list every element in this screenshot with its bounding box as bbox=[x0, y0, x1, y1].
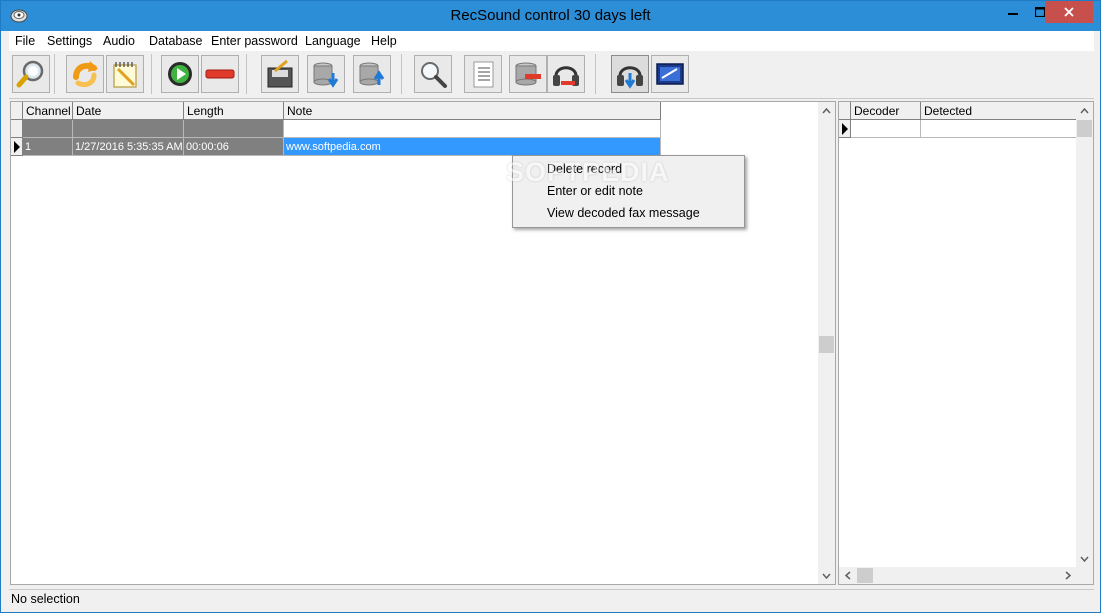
table-row-cell-date[interactable] bbox=[73, 120, 184, 138]
minimize-icon bbox=[1008, 13, 1018, 15]
menu-database[interactable]: Database bbox=[149, 34, 203, 48]
decoder-grid-corner bbox=[839, 102, 851, 120]
chevron-down-icon bbox=[1080, 556, 1089, 562]
menu-settings[interactable]: Settings bbox=[47, 34, 92, 48]
table-row-cell-length[interactable] bbox=[184, 120, 284, 138]
toolbar bbox=[9, 52, 1094, 99]
toolbar-separator bbox=[401, 54, 402, 94]
toolbar-headphones-record-button[interactable] bbox=[547, 55, 585, 93]
records-grid-corner bbox=[11, 102, 23, 120]
toolbar-stop-button[interactable] bbox=[201, 55, 239, 93]
chevron-left-icon bbox=[844, 571, 850, 580]
watermark-logo: SOFTPEDIA bbox=[506, 157, 670, 187]
monitor-screen-icon bbox=[656, 63, 684, 85]
play-icon bbox=[168, 62, 192, 86]
magnifier-search-icon bbox=[16, 60, 44, 88]
stop-minus-icon bbox=[205, 69, 235, 79]
toolbar-list-button[interactable] bbox=[464, 55, 502, 93]
table-row-cell-channel[interactable] bbox=[23, 120, 73, 138]
chevron-down-icon bbox=[822, 573, 831, 579]
column-header-channel[interactable]: Channel bbox=[23, 102, 73, 120]
database-download-icon bbox=[313, 62, 339, 88]
save-disk-icon bbox=[267, 59, 293, 88]
toolbar-db-remove-button[interactable] bbox=[509, 55, 547, 93]
decoder-grid[interactable]: Decoder Detected bbox=[838, 101, 1094, 585]
toolbar-separator bbox=[54, 54, 55, 94]
close-button[interactable] bbox=[1045, 1, 1093, 23]
records-vertical-scrollbar[interactable] bbox=[818, 102, 835, 584]
database-upload-icon bbox=[359, 62, 385, 86]
toolbar-notepad-button[interactable] bbox=[106, 55, 144, 93]
toolbar-db-download-button[interactable] bbox=[307, 55, 345, 93]
menu-help[interactable]: Help bbox=[371, 34, 397, 48]
menu-file[interactable]: File bbox=[15, 34, 35, 48]
toolbar-separator bbox=[595, 54, 596, 94]
chevron-up-icon bbox=[822, 107, 831, 113]
notepad-pencil-icon bbox=[113, 62, 137, 88]
toolbar-headphones-listen-button[interactable] bbox=[611, 55, 649, 93]
status-text: No selection bbox=[11, 592, 80, 606]
scroll-thumb[interactable] bbox=[1077, 120, 1092, 137]
chevron-right-icon bbox=[1065, 571, 1071, 580]
table-row-cell-date[interactable]: 1/27/2016 5:35:35 AM bbox=[73, 138, 184, 156]
close-icon bbox=[1064, 7, 1074, 17]
current-row-indicator[interactable] bbox=[839, 120, 851, 138]
refresh-arrow-icon bbox=[73, 61, 98, 88]
row-indicator[interactable] bbox=[11, 120, 23, 138]
scroll-down-button[interactable] bbox=[818, 567, 835, 584]
scroll-thumb[interactable] bbox=[819, 336, 834, 353]
toolbar-separator bbox=[246, 54, 247, 94]
title-bar[interactable]: RecSound control 30 days left bbox=[1, 1, 1100, 31]
table-row-cell-note[interactable] bbox=[284, 120, 661, 138]
decoder-vertical-scrollbar[interactable] bbox=[1076, 102, 1093, 567]
toolbar-save-button[interactable] bbox=[261, 55, 299, 93]
table-row-cell-detected[interactable] bbox=[921, 120, 1077, 138]
column-header-date[interactable]: Date bbox=[73, 102, 184, 120]
toolbar-separator bbox=[151, 54, 152, 94]
decoder-horizontal-scrollbar[interactable] bbox=[839, 567, 1076, 584]
row-pointer-icon bbox=[842, 123, 848, 135]
scroll-up-button[interactable] bbox=[1076, 102, 1093, 119]
menu-enter-password[interactable]: Enter password bbox=[211, 34, 298, 48]
menu-audio[interactable]: Audio bbox=[103, 34, 135, 48]
main-window: RecSound control 30 days left File Setti… bbox=[0, 0, 1101, 613]
headphones-listen-icon bbox=[617, 66, 643, 89]
column-header-detected[interactable]: Detected bbox=[921, 102, 1077, 120]
scroll-up-button[interactable] bbox=[818, 102, 835, 119]
current-row-indicator[interactable] bbox=[11, 138, 23, 156]
row-pointer-icon bbox=[14, 141, 20, 153]
context-menu-view-fax[interactable]: View decoded fax message bbox=[547, 206, 700, 220]
scroll-down-button[interactable] bbox=[1076, 550, 1093, 567]
scroll-thumb[interactable] bbox=[857, 568, 873, 583]
menu-language[interactable]: Language bbox=[305, 34, 361, 48]
scroll-right-button[interactable] bbox=[1059, 567, 1076, 584]
scroll-left-button[interactable] bbox=[839, 567, 856, 584]
database-remove-icon bbox=[515, 62, 541, 86]
column-header-length[interactable]: Length bbox=[184, 102, 284, 120]
column-header-note[interactable]: Note bbox=[284, 102, 661, 120]
toolbar-zoom-button[interactable] bbox=[414, 55, 452, 93]
chevron-up-icon bbox=[1080, 107, 1089, 113]
table-row-cell-decoder[interactable] bbox=[851, 120, 921, 138]
window-title: RecSound control 30 days left bbox=[450, 7, 651, 24]
maximize-icon bbox=[1035, 7, 1045, 17]
toolbar-monitor-button[interactable] bbox=[651, 55, 689, 93]
scrollbar-corner bbox=[1076, 567, 1093, 584]
toolbar-refresh-button[interactable] bbox=[66, 55, 104, 93]
headphones-record-icon bbox=[553, 66, 579, 86]
toolbar-search-button[interactable] bbox=[12, 55, 50, 93]
table-row-cell-note[interactable]: www.softpedia.com bbox=[284, 138, 661, 156]
status-bar: No selection bbox=[9, 589, 1094, 610]
list-document-icon bbox=[473, 61, 494, 88]
column-header-decoder[interactable]: Decoder bbox=[851, 102, 921, 120]
zoom-icon bbox=[421, 62, 447, 88]
table-row-cell-length[interactable]: 00:00:06 bbox=[184, 138, 284, 156]
toolbar-db-upload-button[interactable] bbox=[353, 55, 391, 93]
table-row-cell-channel[interactable]: 1 bbox=[23, 138, 73, 156]
menu-bar: File Settings Audio Database Enter passw… bbox=[9, 31, 1094, 51]
toolbar-play-button[interactable] bbox=[161, 55, 199, 93]
